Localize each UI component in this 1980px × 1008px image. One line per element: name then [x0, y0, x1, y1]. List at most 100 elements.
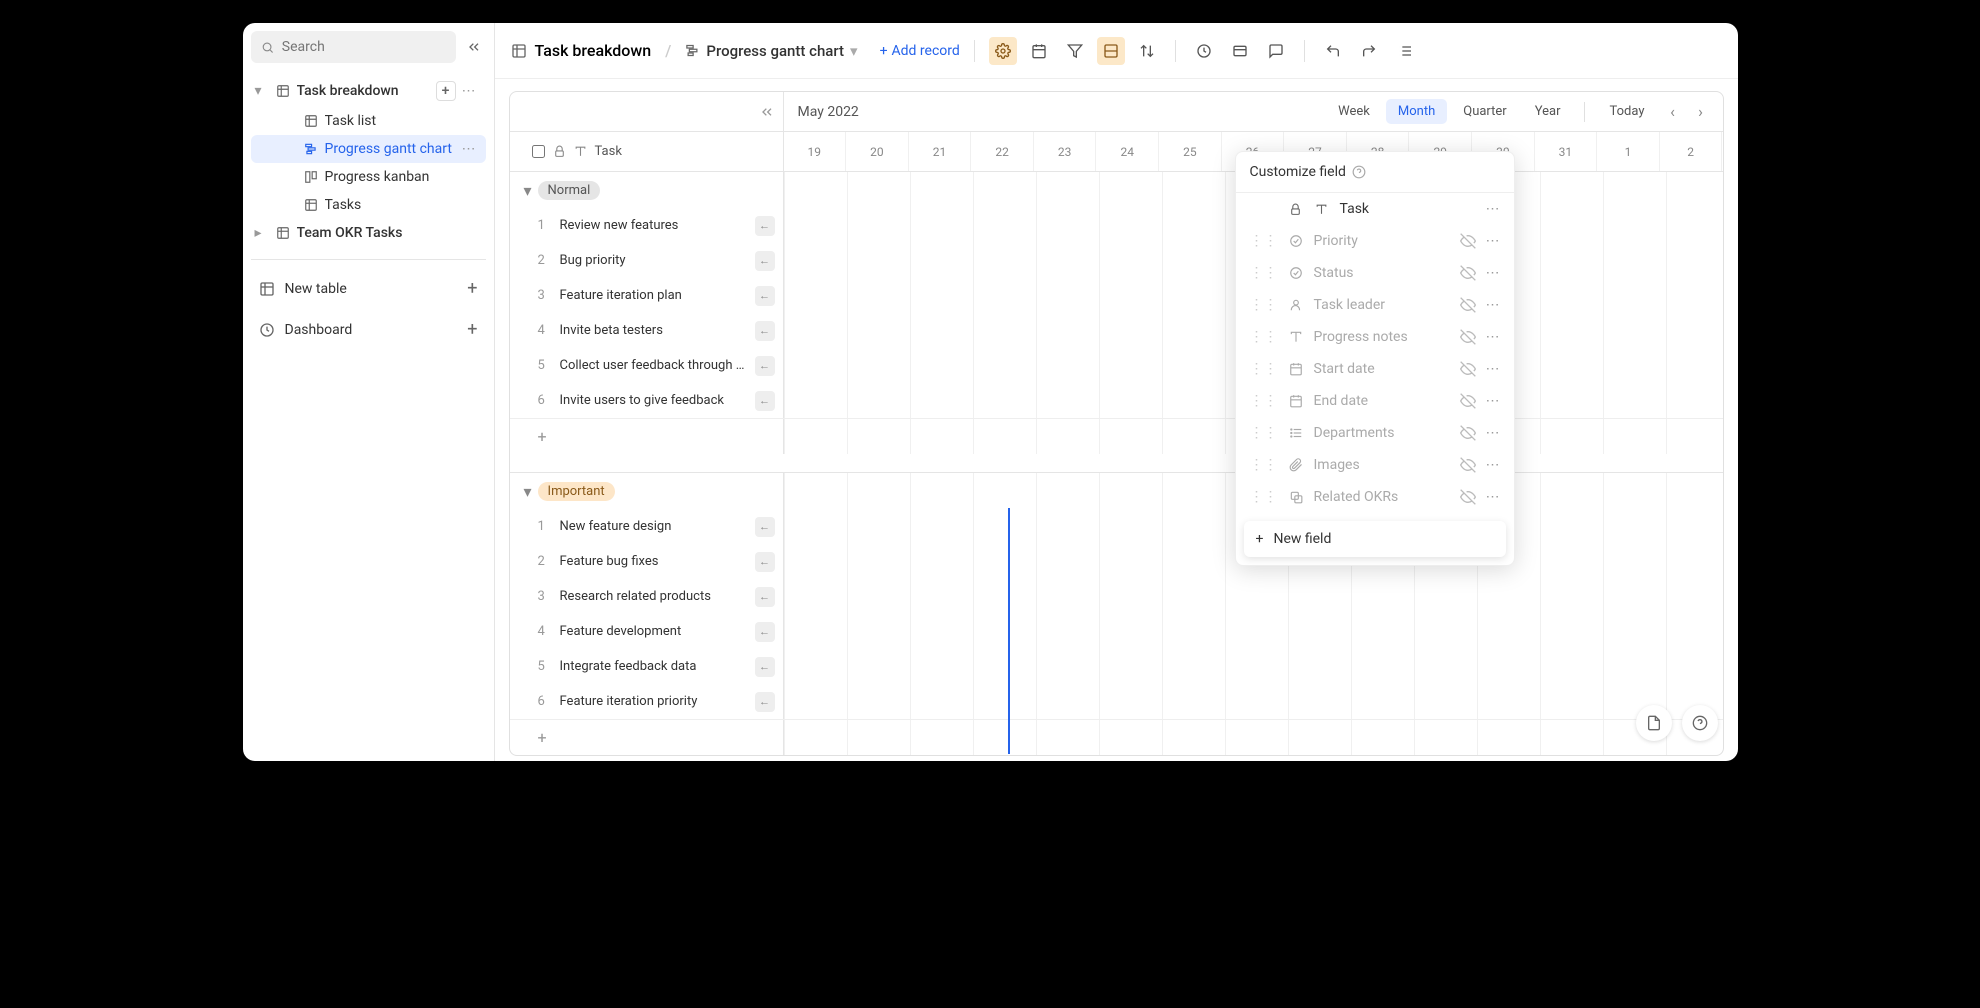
- task-row[interactable]: 4 Feature development ←: [510, 614, 1723, 649]
- visibility-toggle[interactable]: [1460, 361, 1476, 377]
- search-input[interactable]: [282, 39, 446, 55]
- drag-handle-icon[interactable]: ⋮⋮: [1250, 233, 1278, 249]
- add-row-button[interactable]: +: [510, 418, 1723, 454]
- field-priority[interactable]: ⋮⋮ Priority ⋯: [1236, 225, 1514, 257]
- prev-button[interactable]: ‹: [1661, 100, 1685, 124]
- dashboard-button[interactable]: Dashboard +: [251, 309, 486, 350]
- visibility-toggle[interactable]: [1460, 297, 1476, 313]
- card-button[interactable]: [1226, 37, 1254, 65]
- drag-handle-icon[interactable]: ⋮⋮: [1250, 457, 1278, 473]
- field-task-leader[interactable]: ⋮⋮ Task leader ⋯: [1236, 289, 1514, 321]
- comment-button[interactable]: [1262, 37, 1290, 65]
- collapse-panel-button[interactable]: [759, 104, 775, 120]
- help-icon[interactable]: [1352, 165, 1366, 179]
- drag-handle-icon[interactable]: ⋮⋮: [1250, 425, 1278, 441]
- add-record-button[interactable]: + Add record: [880, 43, 960, 59]
- more-button[interactable]: ⋯: [1486, 361, 1500, 377]
- task-row[interactable]: 5 Collect user feedback through surveys …: [510, 348, 1723, 383]
- field-start-date[interactable]: ⋮⋮ Start date ⋯: [1236, 353, 1514, 385]
- scale-month[interactable]: Month: [1386, 99, 1447, 124]
- more-button[interactable]: ⋯: [1486, 457, 1500, 473]
- more-button[interactable]: ⋯: [1486, 233, 1500, 249]
- visibility-toggle[interactable]: [1460, 489, 1476, 505]
- jump-button[interactable]: ←: [755, 286, 775, 306]
- drag-handle-icon[interactable]: ⋮⋮: [1250, 361, 1278, 377]
- task-row[interactable]: 6 Feature iteration priority ←: [510, 684, 1723, 719]
- today-button[interactable]: Today: [1597, 99, 1656, 124]
- jump-button[interactable]: ←: [755, 216, 775, 236]
- task-row[interactable]: 2 Feature bug fixes ←: [510, 544, 1723, 579]
- add-row-button[interactable]: +: [510, 719, 1723, 755]
- sidebar-item-tasks[interactable]: Tasks: [251, 191, 486, 219]
- group-header-important[interactable]: ▾ Important: [510, 473, 1723, 509]
- task-row[interactable]: 4 Invite beta testers ←: [510, 313, 1723, 348]
- jump-button[interactable]: ←: [755, 356, 775, 376]
- jump-button[interactable]: ←: [755, 552, 775, 572]
- visibility-toggle[interactable]: [1460, 233, 1476, 249]
- visibility-toggle[interactable]: [1460, 393, 1476, 409]
- docs-button[interactable]: [1636, 705, 1672, 741]
- new-field-button[interactable]: + New field: [1244, 521, 1506, 557]
- task-row[interactable]: 3 Research related products ←: [510, 579, 1723, 614]
- more-button[interactable]: ⋯: [1486, 265, 1500, 281]
- field-status[interactable]: ⋮⋮ Status ⋯: [1236, 257, 1514, 289]
- more-button[interactable]: ⋯: [1486, 329, 1500, 345]
- field-departments[interactable]: ⋮⋮ Departments ⋯: [1236, 417, 1514, 449]
- visibility-toggle[interactable]: [1460, 265, 1476, 281]
- group-button[interactable]: [1097, 37, 1125, 65]
- more-button[interactable]: ⋯: [1486, 297, 1500, 313]
- calendar-button[interactable]: [1025, 37, 1053, 65]
- view-selector[interactable]: Progress gantt chart ▾: [685, 42, 857, 60]
- sidebar-section-task-breakdown[interactable]: ▾ Task breakdown + ⋯: [251, 75, 486, 107]
- field-images[interactable]: ⋮⋮ Images ⋯: [1236, 449, 1514, 481]
- new-table-button[interactable]: New table +: [251, 268, 486, 309]
- drag-handle-icon[interactable]: ⋮⋮: [1250, 297, 1278, 313]
- sort-button[interactable]: [1133, 37, 1161, 65]
- field-end-date[interactable]: ⋮⋮ End date ⋯: [1236, 385, 1514, 417]
- more-button[interactable]: ⋯: [462, 141, 482, 157]
- notification-button[interactable]: [1190, 37, 1218, 65]
- select-all-checkbox[interactable]: [532, 145, 545, 158]
- jump-button[interactable]: ←: [755, 692, 775, 712]
- task-row[interactable]: 3 Feature iteration plan ←: [510, 278, 1723, 313]
- jump-button[interactable]: ←: [755, 251, 775, 271]
- breadcrumb-root[interactable]: Task breakdown: [535, 41, 652, 60]
- jump-button[interactable]: ←: [755, 622, 775, 642]
- more-button[interactable]: ⋯: [1486, 201, 1500, 217]
- task-row[interactable]: 2 Bug priority ←: [510, 243, 1723, 278]
- drag-handle-icon[interactable]: ⋮⋮: [1250, 265, 1278, 281]
- visibility-toggle[interactable]: [1460, 425, 1476, 441]
- group-header-normal[interactable]: ▾ Normal: [510, 172, 1723, 208]
- settings-button[interactable]: [989, 37, 1017, 65]
- scale-quarter[interactable]: Quarter: [1451, 99, 1518, 124]
- sidebar-item-progress-kanban[interactable]: Progress kanban: [251, 163, 486, 191]
- field-progress-notes[interactable]: ⋮⋮ Progress notes ⋯: [1236, 321, 1514, 353]
- sidebar-section-team-okr[interactable]: ▸ Team OKR Tasks: [251, 219, 486, 247]
- jump-button[interactable]: ←: [755, 587, 775, 607]
- jump-button[interactable]: ←: [755, 657, 775, 677]
- help-button[interactable]: [1682, 705, 1718, 741]
- drag-handle-icon[interactable]: ⋮⋮: [1250, 329, 1278, 345]
- jump-button[interactable]: ←: [755, 391, 775, 411]
- jump-button[interactable]: ←: [755, 517, 775, 537]
- drag-handle-icon[interactable]: ⋮⋮: [1250, 489, 1278, 505]
- more-button[interactable]: ⋯: [1486, 425, 1500, 441]
- scale-year[interactable]: Year: [1523, 99, 1573, 124]
- sidebar-item-progress-gantt[interactable]: Progress gantt chart ⋯: [251, 135, 486, 163]
- redo-button[interactable]: [1355, 37, 1383, 65]
- more-button[interactable]: ⋯: [1486, 393, 1500, 409]
- visibility-toggle[interactable]: [1460, 329, 1476, 345]
- visibility-toggle[interactable]: [1460, 457, 1476, 473]
- task-row[interactable]: 6 Invite users to give feedback ←: [510, 383, 1723, 418]
- sidebar-collapse-button[interactable]: [462, 35, 486, 59]
- task-row[interactable]: 1 New feature design ←: [510, 509, 1723, 544]
- jump-button[interactable]: ←: [755, 321, 775, 341]
- filter-button[interactable]: [1061, 37, 1089, 65]
- automation-button[interactable]: [1391, 37, 1419, 65]
- more-button[interactable]: ⋯: [462, 83, 482, 99]
- sidebar-item-task-list[interactable]: Task list: [251, 107, 486, 135]
- field-related-okrs[interactable]: ⋮⋮ Related OKRs ⋯: [1236, 481, 1514, 513]
- drag-handle-icon[interactable]: ⋮⋮: [1250, 393, 1278, 409]
- task-row[interactable]: 5 Integrate feedback data ←: [510, 649, 1723, 684]
- more-button[interactable]: ⋯: [1486, 489, 1500, 505]
